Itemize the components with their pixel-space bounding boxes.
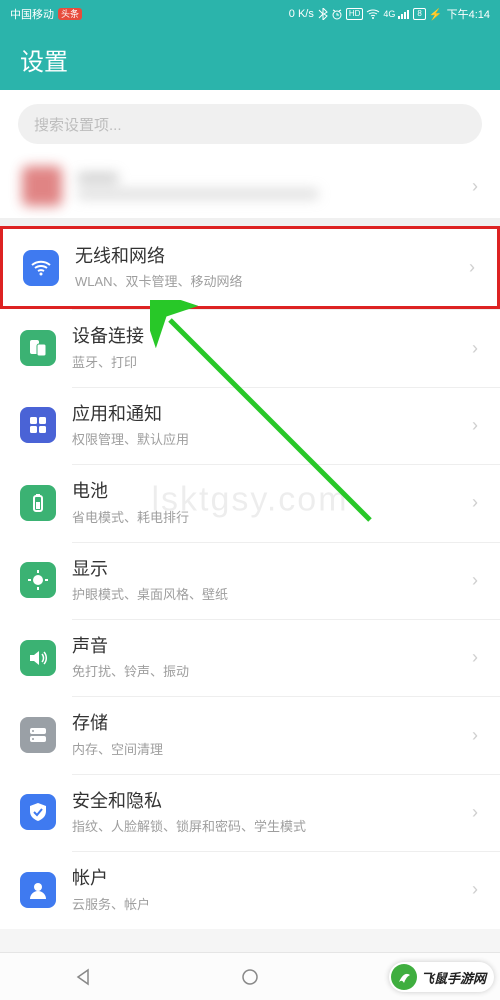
item-subtitle: 指纹、人脸解锁、锁屏和密码、学生模式 <box>72 816 456 835</box>
item-title: 帐户 <box>72 867 456 890</box>
watermark-text: 飞鼠手游网 <box>421 968 486 987</box>
settings-list: 无线和网络WLAN、双卡管理、移动网络›设备连接蓝牙、打印›应用和通知权限管理、… <box>0 226 500 929</box>
search-container: 搜索设置项... <box>0 90 500 154</box>
settings-item-accounts[interactable]: 帐户云服务、帐户 › <box>0 851 500 928</box>
status-icons: HD 4G 8 ⚡ <box>318 8 443 21</box>
chevron-right-icon: › <box>472 415 478 436</box>
item-title: 显示 <box>72 558 456 581</box>
item-body: 电池省电模式、耗电排行 <box>72 480 456 525</box>
item-subtitle: 云服务、帐户 <box>72 894 456 913</box>
item-title: 无线和网络 <box>75 245 453 268</box>
chevron-right-icon: › <box>472 802 478 823</box>
net-speed: 0 K/s <box>289 8 314 20</box>
item-title: 存储 <box>72 712 456 735</box>
item-subtitle: 省电模式、耗电排行 <box>72 507 456 526</box>
item-body: 帐户云服务、帐户 <box>72 867 456 912</box>
clock: 下午4:14 <box>447 6 490 22</box>
apps-notif-icon <box>20 407 56 443</box>
chevron-right-icon: › <box>472 338 478 359</box>
chevron-right-icon: › <box>469 257 475 278</box>
chevron-right-icon: › <box>472 725 478 746</box>
settings-item-apps-notif[interactable]: 应用和通知权限管理、默认应用 › <box>0 387 500 464</box>
battery-icon: 8 <box>413 8 425 20</box>
bluetooth-icon <box>318 8 328 20</box>
chevron-right-icon: › <box>472 879 478 900</box>
item-body: 存储内存、空间清理 <box>72 712 456 757</box>
settings-item-device-conn[interactable]: 设备连接蓝牙、打印 › <box>0 309 500 386</box>
item-body: 显示护眼模式、桌面风格、壁纸 <box>72 558 456 603</box>
status-bar: 中国移动 头条 0 K/s HD 4G 8 ⚡ 下午4:14 <box>0 0 500 28</box>
charging-icon: ⚡ <box>429 8 443 21</box>
settings-item-storage[interactable]: 存储内存、空间清理 › <box>0 696 500 773</box>
display-icon <box>20 562 56 598</box>
item-title: 应用和通知 <box>72 403 456 426</box>
device-conn-icon <box>20 330 56 366</box>
search-placeholder: 搜索设置项... <box>34 114 122 135</box>
signal-icon <box>398 9 410 19</box>
item-body: 设备连接蓝牙、打印 <box>72 325 456 370</box>
item-title: 电池 <box>72 480 456 503</box>
settings-item-wireless[interactable]: 无线和网络 WLAN、双卡管理、移动网络 › <box>0 226 500 309</box>
chevron-right-icon: › <box>472 176 478 197</box>
carrier-label: 中国移动 <box>10 6 54 22</box>
item-subtitle: 护眼模式、桌面风格、壁纸 <box>72 584 456 603</box>
watermark-badge: 飞鼠手游网 <box>389 962 494 992</box>
page-title: 设置 <box>20 42 68 77</box>
chevron-right-icon: › <box>472 570 478 591</box>
avatar <box>22 166 62 206</box>
item-body: 声音免打扰、铃声、振动 <box>72 635 456 680</box>
chevron-right-icon: › <box>472 647 478 668</box>
item-subtitle: 权限管理、默认应用 <box>72 429 456 448</box>
item-subtitle: 免打扰、铃声、振动 <box>72 661 456 680</box>
settings-item-sound[interactable]: 声音免打扰、铃声、振动 › <box>0 619 500 696</box>
account-row[interactable]: › <box>0 154 500 226</box>
settings-item-security[interactable]: 安全和隐私指纹、人脸解锁、锁屏和密码、学生模式 › <box>0 774 500 851</box>
triangle-back-icon <box>73 967 93 987</box>
item-body: 无线和网络 WLAN、双卡管理、移动网络 <box>75 245 453 290</box>
chevron-right-icon: › <box>472 492 478 513</box>
storage-icon <box>20 717 56 753</box>
wireless-icon <box>23 250 59 286</box>
nav-home-button[interactable] <box>210 967 290 987</box>
item-title: 安全和隐私 <box>72 790 456 813</box>
item-title: 声音 <box>72 635 456 658</box>
notif-badge: 头条 <box>58 8 82 20</box>
alarm-icon <box>331 8 343 20</box>
item-subtitle: 内存、空间清理 <box>72 739 456 758</box>
item-body: 安全和隐私指纹、人脸解锁、锁屏和密码、学生模式 <box>72 790 456 835</box>
sound-icon <box>20 640 56 676</box>
item-subtitle: WLAN、双卡管理、移动网络 <box>75 271 453 290</box>
item-subtitle: 蓝牙、打印 <box>72 352 456 371</box>
account-text <box>78 173 456 199</box>
nav-back-button[interactable] <box>43 967 123 987</box>
hd-icon: HD <box>346 8 364 20</box>
app-header: 设置 <box>0 28 500 90</box>
settings-item-display[interactable]: 显示护眼模式、桌面风格、壁纸 › <box>0 542 500 619</box>
watermark-logo-icon <box>391 964 417 990</box>
wifi-icon <box>366 9 380 19</box>
item-body: 应用和通知权限管理、默认应用 <box>72 403 456 448</box>
circle-home-icon <box>240 967 260 987</box>
item-title: 设备连接 <box>72 325 456 348</box>
settings-item-battery[interactable]: 电池省电模式、耗电排行 › <box>0 464 500 541</box>
search-input[interactable]: 搜索设置项... <box>18 104 482 144</box>
battery-icon <box>20 485 56 521</box>
net-type: 4G <box>383 9 395 19</box>
security-icon <box>20 794 56 830</box>
accounts-icon <box>20 872 56 908</box>
